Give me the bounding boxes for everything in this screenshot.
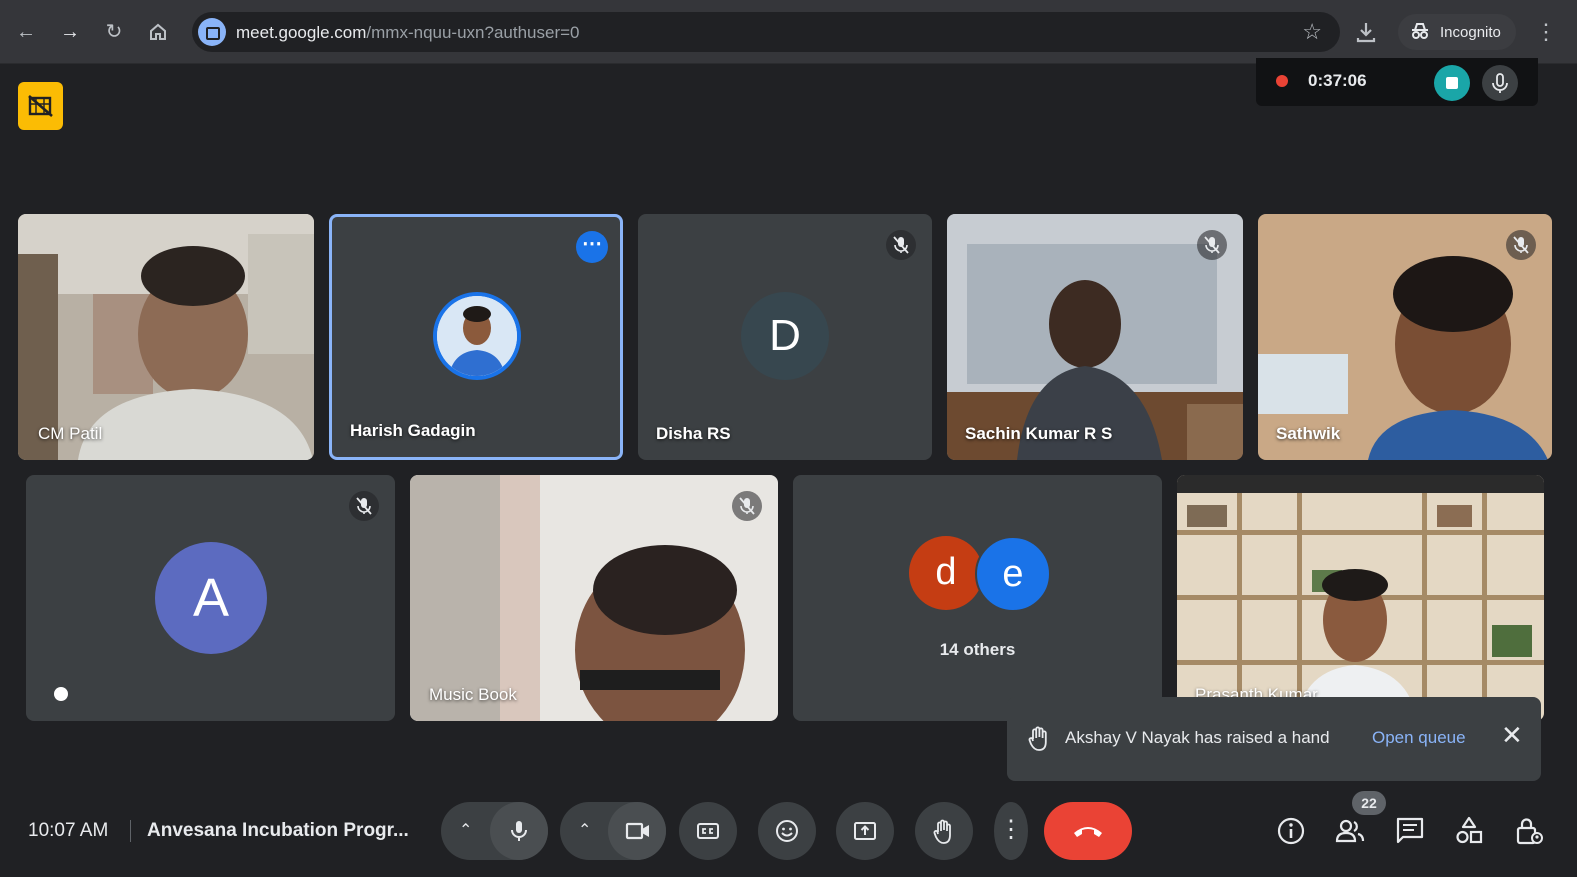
meet-site-icon	[198, 18, 226, 46]
notification-message: Akshay V Nayak has raised a hand	[1065, 728, 1330, 747]
others-tile[interactable]: d e 14 others	[793, 475, 1162, 721]
recording-dot-icon	[1276, 75, 1288, 87]
recording-timer: 0:37:06	[1308, 71, 1367, 90]
meeting-title[interactable]: Anvesana Incubation Progr...	[147, 820, 409, 842]
participant-tile-music-book[interactable]: Music Book	[410, 475, 778, 721]
mic-control-group: ⌃	[441, 802, 548, 860]
no-video-icon	[28, 95, 53, 117]
camera-control-group: ⌃	[560, 802, 666, 860]
speaking-indicator	[54, 687, 68, 701]
captions-icon	[697, 823, 719, 839]
avatar	[433, 292, 521, 380]
captions-button[interactable]	[679, 802, 737, 860]
participant-count-badge: 22	[1352, 791, 1386, 815]
incognito-icon	[1412, 23, 1428, 39]
participant-name: Sathwik	[1276, 424, 1341, 443]
others-count-label: 14 others	[939, 640, 1016, 659]
more-options-button[interactable]: ⋮	[994, 802, 1028, 860]
divider	[130, 820, 131, 842]
incognito-indicator[interactable]: Incognito	[1398, 14, 1516, 50]
participant-tile-prasanth-kumar[interactable]: Prasanth Kumar	[1177, 475, 1544, 721]
open-queue-link[interactable]: Open queue	[1372, 728, 1466, 748]
hand-icon	[933, 819, 951, 844]
people-icon[interactable]	[1334, 815, 1366, 847]
home-icon[interactable]	[144, 18, 172, 46]
mic-off-icon	[1506, 230, 1536, 260]
microphone-icon	[511, 821, 527, 841]
activities-icon[interactable]	[1453, 815, 1485, 847]
participant-tile-cm-patil[interactable]: CM Patil	[18, 214, 314, 460]
recording-panel: 0:37:06	[1256, 58, 1538, 106]
end-call-icon	[1074, 827, 1102, 837]
more-options-icon[interactable]: ⋯	[576, 231, 608, 263]
browser-toolbar: ← → ↻ meet.google.com/mmx-nquu-uxn?authu…	[0, 0, 1577, 64]
participant-name: Sachin Kumar R S	[965, 424, 1113, 443]
avatar: d	[909, 536, 983, 610]
close-icon[interactable]: ✕	[1501, 721, 1523, 749]
emoji-reactions-button[interactable]	[758, 802, 816, 860]
microphone-button[interactable]	[490, 802, 548, 860]
participant-tile-a[interactable]: A	[26, 475, 395, 721]
camera-icon	[625, 822, 649, 840]
present-icon	[854, 822, 876, 840]
browser-menu-icon[interactable]: ⋮	[1535, 18, 1557, 46]
avatar: e	[975, 536, 1051, 612]
back-arrow-icon[interactable]: ←	[12, 18, 40, 46]
host-controls-icon[interactable]	[1513, 815, 1545, 847]
video-off-extension-button[interactable]	[18, 82, 63, 130]
more-vert-icon: ⋮	[999, 816, 1023, 843]
stop-recording-button[interactable]	[1434, 65, 1470, 101]
meeting-details-icon[interactable]	[1275, 815, 1307, 847]
mic-off-icon	[349, 491, 379, 521]
raise-hand-button[interactable]	[915, 802, 973, 860]
participant-tile-harish-gadagin[interactable]: ⋯ Harish Gadagin	[329, 214, 623, 460]
current-time: 10:07 AM	[28, 820, 109, 841]
hand-icon	[1028, 726, 1047, 751]
recorder-mic-button[interactable]	[1482, 65, 1518, 101]
incognito-label: Incognito	[1440, 24, 1501, 41]
forward-arrow-icon[interactable]: →	[56, 18, 84, 46]
mic-options-chevron-icon[interactable]: ⌃	[459, 820, 472, 840]
raised-hand-notification: Akshay V Nayak has raised a hand Open qu…	[1007, 697, 1541, 781]
mic-off-icon	[732, 491, 762, 521]
participant-tile-sachin-kumar[interactable]: Sachin Kumar R S	[947, 214, 1243, 460]
avatar: D	[741, 292, 829, 380]
avatar: A	[155, 542, 267, 654]
emoji-icon	[776, 820, 798, 842]
mic-off-icon	[886, 230, 916, 260]
bookmark-star-icon[interactable]: ☆	[1302, 19, 1322, 45]
url-text: meet.google.com/mmx-nquu-uxn?authuser=0	[236, 23, 580, 42]
participant-tile-sathwik[interactable]: Sathwik	[1258, 214, 1552, 460]
chat-icon[interactable]	[1394, 815, 1426, 847]
present-screen-button[interactable]	[836, 802, 894, 860]
mic-off-icon	[1197, 230, 1227, 260]
address-bar[interactable]: meet.google.com/mmx-nquu-uxn?authuser=0 …	[192, 12, 1340, 52]
reload-icon[interactable]: ↻	[100, 18, 128, 46]
participant-tile-disha-rs[interactable]: D Disha RS	[638, 214, 932, 460]
leave-call-button[interactable]	[1044, 802, 1132, 860]
camera-options-chevron-icon[interactable]: ⌃	[578, 820, 591, 840]
participant-name: Music Book	[429, 685, 517, 704]
camera-button[interactable]	[608, 802, 666, 860]
participant-name: Harish Gadagin	[350, 421, 476, 440]
download-icon[interactable]	[1352, 18, 1380, 46]
participant-name: Disha RS	[656, 424, 731, 443]
participant-name: CM Patil	[38, 424, 103, 443]
